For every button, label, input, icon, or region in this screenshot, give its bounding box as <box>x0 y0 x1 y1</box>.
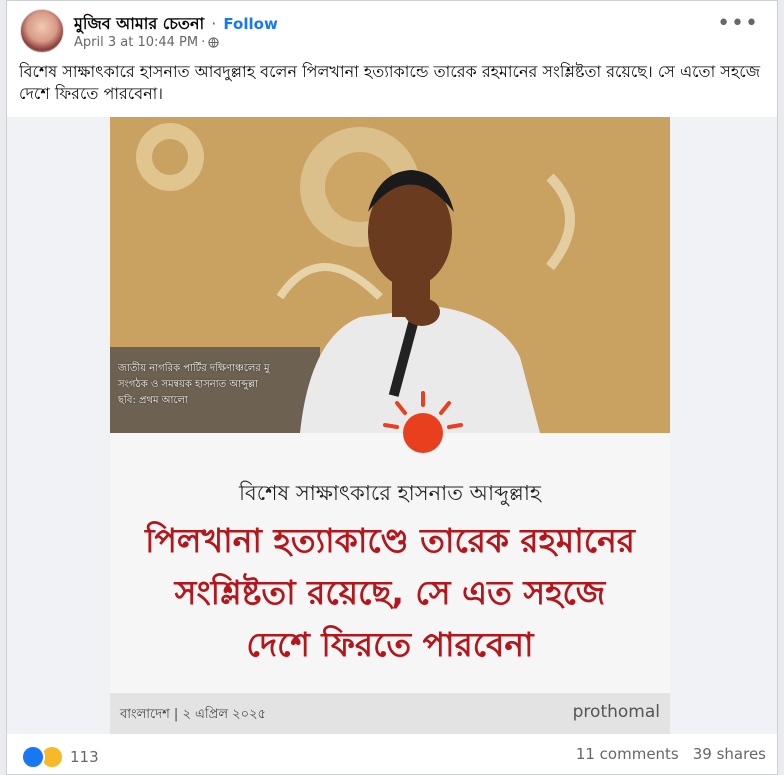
reaction-count: 113 <box>70 748 99 766</box>
engagement-counts: 11 comments 39 shares <box>576 745 766 763</box>
engagement-bar: 113 11 comments 39 shares <box>21 745 766 769</box>
post-card: মুজিব আমার চেতনা · Follow April 3 at 10:… <box>6 0 778 775</box>
banner-date: বাংলাদেশ | ২ এপ্রিল ২০২৫ <box>120 707 266 722</box>
banner-source: prothomal <box>572 702 660 722</box>
shares-count[interactable]: 39 shares <box>693 745 766 763</box>
globe-icon <box>208 37 219 48</box>
sun-logo-icon <box>383 391 463 453</box>
headline-banner: বিশেষ সাক্ষাৎকারে হাসনাত আব্দুল্লাহ পিলখ… <box>110 391 670 734</box>
post-timestamp[interactable]: April 3 at 10:44 PM <box>74 35 198 50</box>
photo-caption-line: জাতীয় নাগরিক পার্টির দক্ষিণাঞ্চলের মু <box>118 363 270 374</box>
author-line: মুজিব আমার চেতনা · Follow <box>74 11 278 38</box>
separator-dot: · <box>211 14 217 33</box>
banner-subheading: বিশেষ সাক্ষাৎকারে হাসনাত আব্দুল্লাহ <box>239 481 541 505</box>
photo-caption-line: ছবি: প্রথম আলো <box>118 395 188 406</box>
photo-caption-line: সংগঠক ও সমন্বয়ক হাসনাত আব্দুল্লা <box>118 379 259 390</box>
banner-headline: পিলখানা হত্যাকাণ্ডে তারেক রহমানের সংশ্লি… <box>110 515 670 671</box>
post-header: মুজিব আমার চেতনা · Follow April 3 at 10:… <box>20 5 765 53</box>
separator-dot: · <box>201 35 206 50</box>
speaker-photo: জাতীয় নাগরিক পার্টির দক্ষিণাঞ্চলের মু স… <box>110 117 670 433</box>
news-card-image: জাতীয় নাগরিক পার্টির দক্ষিণাঞ্চলের মু স… <box>110 117 670 734</box>
like-reaction-icon <box>21 745 45 769</box>
photo-caption: জাতীয় নাগরিক পার্টির দক্ষিণাঞ্চলের মু স… <box>118 361 348 409</box>
headline-line: দেশে ফিরতে পারবেনা <box>246 625 534 664</box>
banner-footer: বাংলাদেশ | ২ এপ্রিল ২০২৫ prothomal <box>110 693 670 734</box>
author-name[interactable]: মুজিব আমার চেতনা <box>74 14 204 33</box>
headline-line: সংশ্লিষ্টতা রয়েছে, সে এত সহজে <box>174 573 606 612</box>
author-avatar[interactable] <box>20 9 64 53</box>
more-options-icon[interactable]: ••• <box>717 13 759 35</box>
reactions-summary[interactable]: 113 <box>21 745 99 769</box>
post-text: বিশেষ সাক্ষাৎকারে হাসনাত আবদুল্লাহ বলেন … <box>19 62 761 103</box>
post-media[interactable]: জাতীয় নাগরিক পার্টির দক্ষিণাঞ্চলের মু স… <box>7 117 777 734</box>
follow-button[interactable]: Follow <box>223 15 277 33</box>
headline-line: পিলখানা হত্যাকাণ্ডে তারেক রহমানের <box>145 521 635 560</box>
comments-count[interactable]: 11 comments <box>576 745 679 763</box>
post-meta: April 3 at 10:44 PM · <box>74 35 219 50</box>
